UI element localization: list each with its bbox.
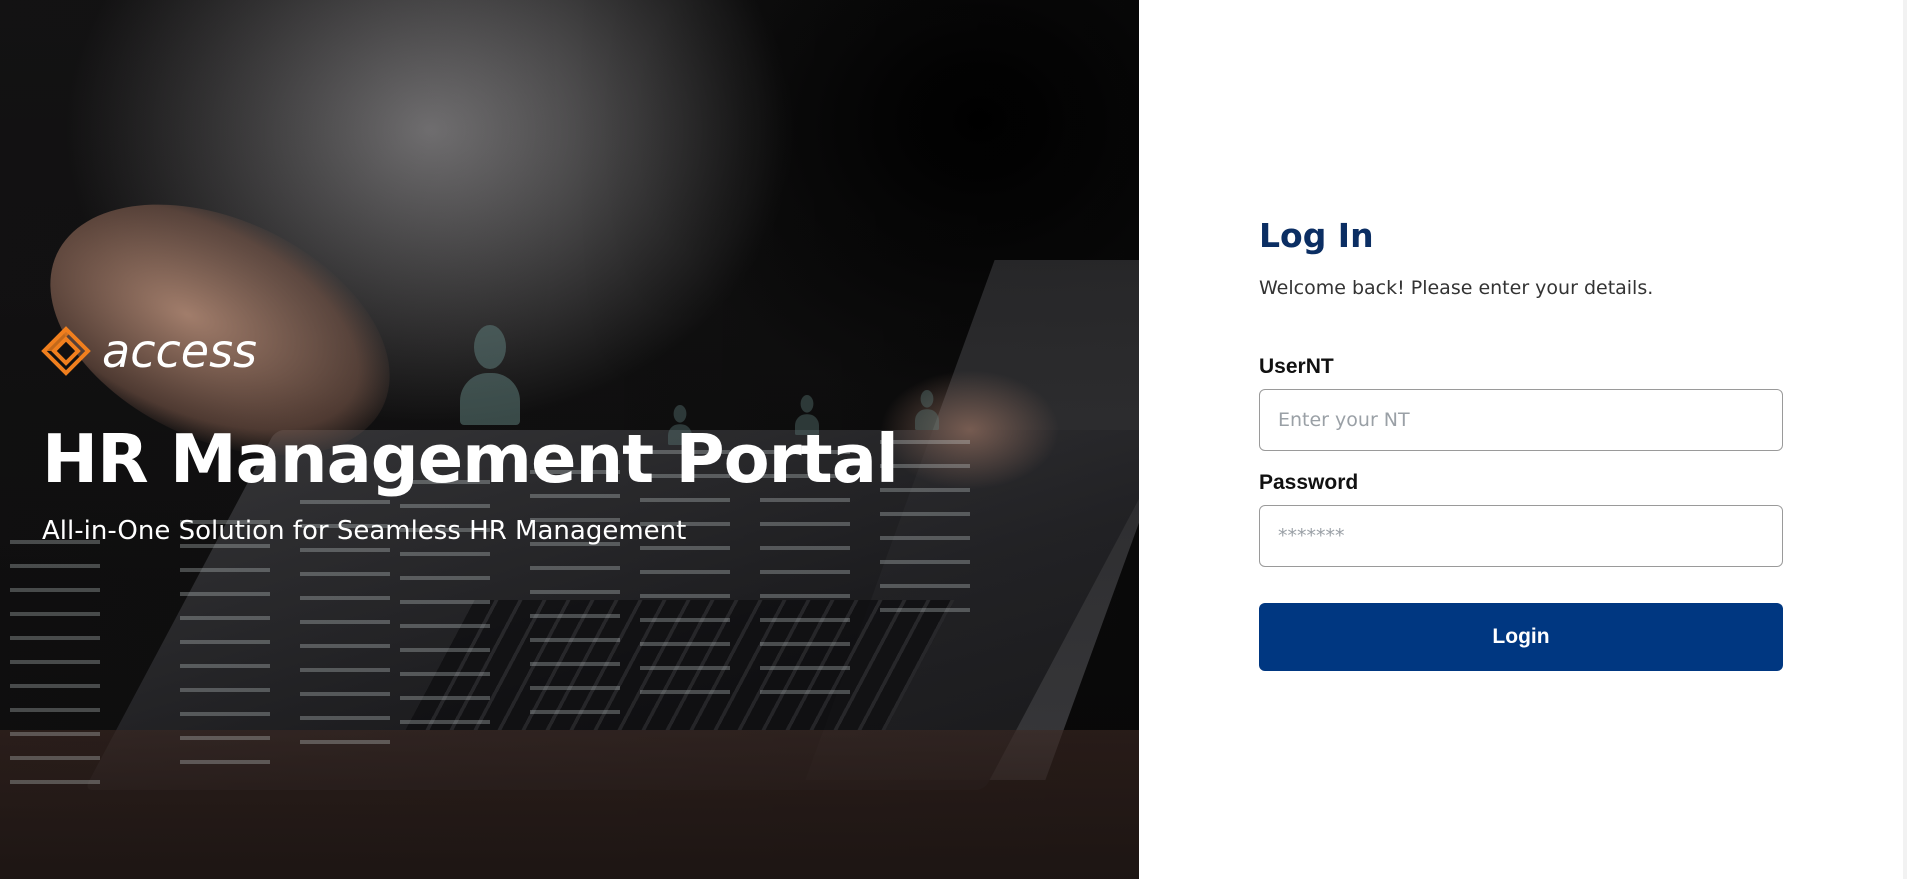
- desk-image: [0, 730, 1139, 879]
- login-subtitle: Welcome back! Please enter your details.: [1259, 277, 1654, 299]
- hero-panel: access HR Management Portal All-in-One S…: [0, 0, 1139, 879]
- person-icon: [460, 325, 520, 435]
- login-title: Log In: [1259, 216, 1374, 255]
- brand-logo-lockup: access: [40, 324, 257, 378]
- password-input[interactable]: [1259, 505, 1783, 567]
- usernt-label: UserNT: [1259, 355, 1334, 378]
- hero-subtitle: All-in-One Solution for Seamless HR Mana…: [42, 516, 687, 546]
- hero-title: HR Management Portal: [42, 420, 899, 498]
- person-icon: [915, 390, 939, 434]
- page-edge: [1903, 0, 1907, 879]
- access-logo-icon: [41, 326, 91, 376]
- overlay-list-column: [10, 540, 100, 790]
- overlay-list-column: [180, 520, 270, 770]
- brand-name: access: [102, 324, 258, 378]
- login-panel: Log In Welcome back! Please enter your d…: [1139, 0, 1907, 879]
- login-button[interactable]: Login: [1259, 603, 1783, 671]
- overlay-list-column: [530, 470, 620, 720]
- password-label: Password: [1259, 471, 1359, 494]
- usernt-input[interactable]: [1259, 389, 1783, 451]
